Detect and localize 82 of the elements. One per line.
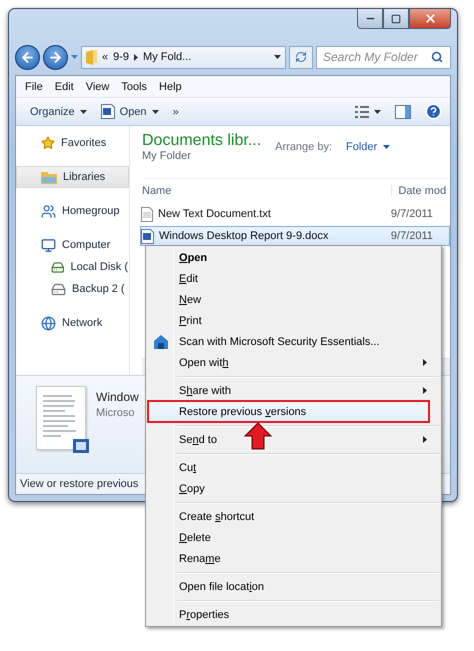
- toolbar-button[interactable]: Organize: [30, 106, 87, 118]
- file-date: 9/7/2011: [390, 230, 434, 242]
- text-file-icon: [141, 206, 153, 222]
- view-options-button[interactable]: [355, 106, 381, 118]
- context-menu-item[interactable]: Share with: [148, 380, 439, 401]
- caret-icon: [274, 55, 281, 59]
- annotation-arrow: [244, 422, 272, 450]
- file-date: 9/7/2011: [390, 208, 434, 220]
- context-menu-item[interactable]: Edit: [148, 268, 439, 289]
- word-badge-icon: [73, 439, 89, 453]
- library-subtitle: My Folder: [142, 150, 192, 162]
- submenu-arrow-icon: [423, 436, 427, 443]
- context-menu-item[interactable]: Send to: [148, 429, 439, 450]
- file-row[interactable]: Windows Desktop Report 9-9.docx 9/7/2011: [140, 226, 450, 246]
- close-icon: [424, 12, 436, 25]
- word-file-icon: [100, 104, 115, 119]
- submenu-arrow-icon: [423, 387, 427, 394]
- sidebar-item[interactable]: Favorites: [16, 132, 129, 154]
- help-icon[interactable]: [425, 103, 442, 120]
- sidebar-item[interactable]: Local Disk (: [16, 256, 129, 278]
- menu-item[interactable]: Edit: [50, 78, 79, 94]
- forward-arrow-icon: [48, 50, 63, 64]
- toolbar-button[interactable]: Open: [100, 104, 159, 119]
- context-menu-item[interactable]: Delete: [148, 527, 439, 548]
- back-button[interactable]: [15, 44, 40, 70]
- file-name: New Text Document.txt: [158, 208, 271, 220]
- people-icon: [41, 204, 56, 218]
- sidebar-item[interactable]: Homegroup: [16, 200, 129, 222]
- preview-pane-icon[interactable]: [395, 104, 411, 118]
- close-button[interactable]: [409, 9, 451, 29]
- menu-item[interactable]: Help: [154, 78, 187, 94]
- folder-icon: [41, 170, 57, 184]
- details-file-type: Microso: [96, 407, 136, 419]
- context-menu-item[interactable]: Open with: [148, 352, 439, 373]
- maximize-icon: [391, 14, 401, 24]
- monitor-icon: [41, 238, 56, 252]
- file-row[interactable]: New Text Document.txt 9/7/2011: [140, 204, 450, 224]
- file-name: Windows Desktop Report 9-9.docx: [159, 230, 328, 242]
- globe-icon: [41, 316, 56, 330]
- toolbar-button[interactable]: »: [172, 106, 179, 118]
- caret-icon: [383, 145, 390, 149]
- caret-icon: [80, 110, 87, 114]
- context-menu-item[interactable]: Rename: [148, 548, 439, 569]
- refresh-button[interactable]: [289, 46, 313, 68]
- details-file-name: Window: [96, 390, 139, 404]
- context-menu-item[interactable]: Restore previous versions: [148, 401, 429, 422]
- context-menu-item[interactable]: Print: [148, 310, 439, 331]
- arrange-label: Arrange by:: [275, 141, 332, 153]
- minimize-button[interactable]: [357, 9, 383, 29]
- context-menu-item[interactable]: Create shortcut: [148, 506, 439, 527]
- star-icon: [41, 136, 55, 150]
- column-header[interactable]: Name: [142, 184, 392, 196]
- refresh-icon: [295, 51, 307, 63]
- history-caret-icon: [71, 55, 78, 59]
- context-menu-item[interactable]: New: [148, 289, 439, 310]
- search-field[interactable]: Search My Folder: [316, 46, 451, 68]
- maximize-button[interactable]: [383, 9, 409, 29]
- caret-icon: [152, 110, 159, 114]
- context-menu-item[interactable]: Open: [148, 247, 439, 268]
- sidebar-item[interactable]: Network: [16, 312, 129, 334]
- address-field[interactable]: « 9-9 My Fold...: [81, 46, 286, 68]
- library-title: Documents libr...: [142, 132, 262, 150]
- caret-icon: [374, 110, 381, 114]
- sidebar-item[interactable]: Libraries: [16, 166, 129, 188]
- chevron-icon: [134, 54, 138, 60]
- context-menu-item[interactable]: Open file location: [148, 576, 439, 597]
- folder-icon: [86, 50, 97, 64]
- arrange-dropdown[interactable]: Folder: [346, 141, 390, 153]
- search-icon: [431, 51, 443, 63]
- menu-item[interactable]: View: [80, 78, 114, 94]
- list-view-icon: [355, 106, 369, 118]
- forward-button[interactable]: [43, 44, 68, 70]
- column-header[interactable]: Date mod: [391, 184, 450, 196]
- sidebar-item[interactable]: Computer: [16, 234, 129, 256]
- drive-icon: [51, 282, 66, 296]
- submenu-arrow-icon: [423, 359, 427, 366]
- context-menu-item[interactable]: Properties: [148, 604, 439, 625]
- menu-item[interactable]: File: [20, 78, 48, 94]
- word-file-icon: [141, 228, 154, 244]
- context-menu-item[interactable]: Scan with Microsoft Security Essentials...: [148, 331, 439, 352]
- sidebar-item[interactable]: Backup 2 (: [16, 278, 129, 300]
- menu-item[interactable]: Tools: [116, 78, 152, 94]
